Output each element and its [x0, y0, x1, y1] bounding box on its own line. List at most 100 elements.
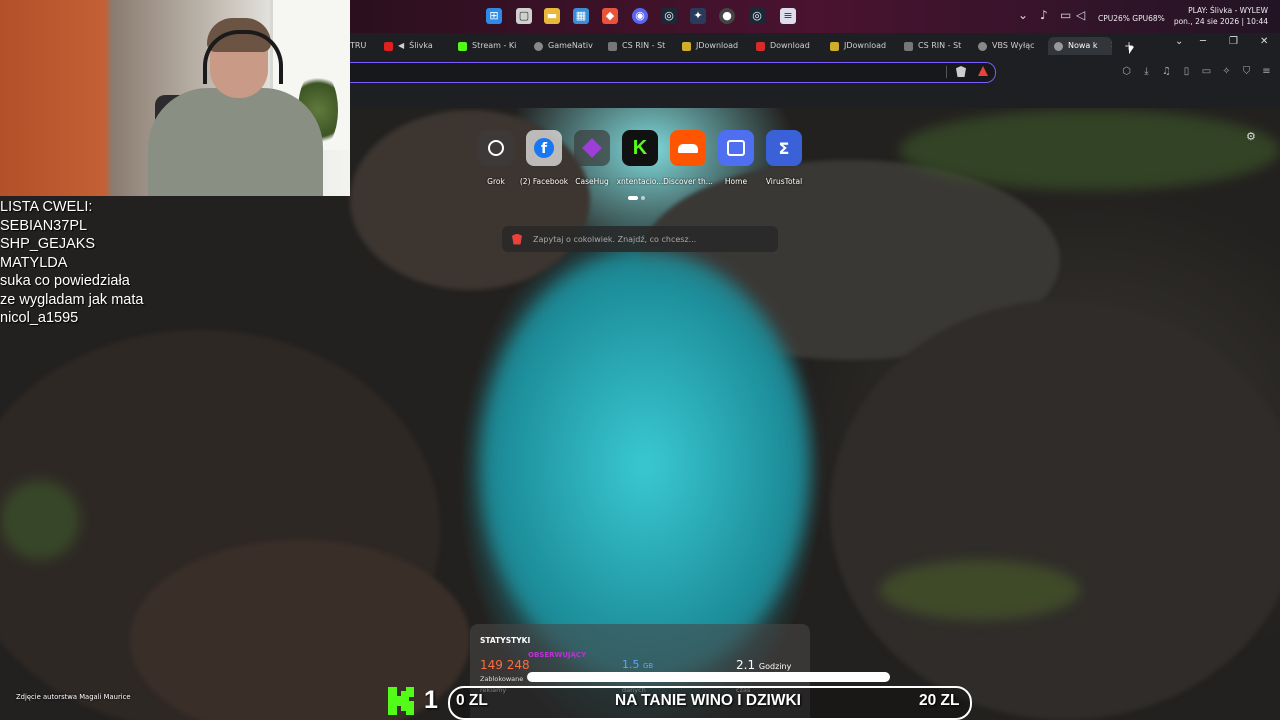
gear-icon[interactable]: ⚙ — [1246, 130, 1256, 143]
moss-area — [0, 480, 80, 560]
discord-icon[interactable]: ◉ — [632, 8, 648, 24]
tab-label: Nowa k — [1068, 41, 1098, 50]
webcam-feed — [0, 0, 350, 196]
browser-tab[interactable]: TRU — [350, 37, 370, 55]
browser-tab[interactable]: CS RIN - St — [904, 37, 964, 55]
tab-label: TRU — [350, 41, 367, 50]
jdownloader-icon — [682, 41, 691, 51]
river-water — [480, 250, 810, 680]
vpn-icon[interactable]: ⛉ — [1241, 66, 1252, 77]
app-icon[interactable]: ✦ — [690, 8, 706, 24]
overlay-line: nicol_a1595 — [0, 310, 79, 326]
speaker-icon: ◀ — [398, 41, 405, 50]
jdownloader-icon — [830, 41, 839, 51]
donation-target: 20 ZL — [919, 692, 960, 709]
soundcloud-icon — [670, 130, 706, 166]
shortcut-virustotal[interactable]: Σ VirusTotal — [754, 130, 814, 186]
photo-credit[interactable]: Zdjęcie autorstwa Magali Maurice — [16, 693, 131, 701]
browser-tab[interactable]: VBS Wyłąc — [978, 37, 1038, 55]
tab-label: Stream - Ki — [472, 41, 517, 50]
browser-tab-strip: TRU ◀ Ślivka Stream - Ki GameNativ CS RIN… — [350, 33, 1280, 58]
tab-label: Ślivka — [409, 41, 433, 50]
shield-icon — [1054, 41, 1063, 51]
overlay-line: LISTA CWELI: — [0, 199, 93, 215]
mouse-cursor — [1129, 45, 1134, 56]
address-bar[interactable] — [350, 62, 996, 83]
rock-formation — [830, 300, 1280, 720]
steam-icon[interactable]: ◎ — [661, 8, 677, 24]
microphone-icon[interactable]: ♪ — [1040, 8, 1048, 22]
streamer-body — [148, 88, 323, 196]
file-explorer-icon[interactable]: ▬ — [544, 8, 560, 24]
donation-goal-text: NA TANIE WINO I DZIWKI — [615, 692, 801, 709]
photos-icon[interactable]: ▦ — [573, 8, 589, 24]
browser-tab[interactable]: ◀ Ślivka — [384, 37, 444, 55]
browser-tab[interactable]: CS RIN - St — [608, 37, 668, 55]
overlay-line: SEBIAN37PL — [0, 217, 88, 234]
browser-tab[interactable]: JDownload — [682, 37, 742, 55]
donation-progress-bar — [527, 672, 890, 682]
browser-tab[interactable]: Download — [756, 37, 816, 55]
task-view-icon[interactable]: ▢ — [516, 8, 532, 24]
clock-date[interactable]: pon., 24 sie 2026 | 10:44 — [1174, 17, 1268, 26]
kick-follower-count: 1 — [424, 686, 438, 714]
data-saved: 1.5 GB — [622, 658, 653, 671]
casehug-icon — [574, 130, 610, 166]
notepad-icon[interactable]: ≡ — [780, 8, 796, 24]
sidebar-icon[interactable]: ▯ — [1181, 66, 1192, 77]
browser-tab-active[interactable]: Nowa k ✕ — [1048, 37, 1112, 55]
brave-shields-icon[interactable] — [956, 66, 966, 77]
search-input[interactable] — [531, 233, 765, 245]
extensions-icon[interactable]: ⬡ — [1121, 66, 1132, 77]
site-icon — [608, 41, 617, 51]
windows-start-icon[interactable]: ⊞ — [486, 8, 502, 24]
pager-dot-active[interactable] — [628, 196, 638, 200]
now-playing: PLAY: Ślivka - WYLEW — [1188, 6, 1268, 15]
close-tab-icon[interactable]: ✕ — [1111, 37, 1113, 55]
stats-title: STATYSTYKI — [480, 636, 531, 645]
kick-icon: K — [622, 130, 658, 166]
brave-search-icon — [512, 233, 522, 245]
kick-logo-icon — [388, 687, 414, 715]
moss-area — [880, 560, 1080, 620]
tab-label: JDownload — [696, 41, 739, 50]
pager-dot[interactable] — [641, 196, 645, 200]
close-window-button[interactable]: ✕ — [1260, 36, 1268, 47]
brave-rewards-icon[interactable] — [978, 66, 988, 76]
overlay-line: ze wygladam jak mata — [0, 291, 144, 308]
tab-label: CS RIN - St — [918, 41, 962, 50]
site-icon — [978, 41, 987, 51]
minimize-button[interactable]: ─ — [1200, 36, 1206, 47]
data-saved-value: 1.5 — [622, 658, 640, 671]
browser-tab[interactable]: JDownload — [830, 37, 890, 55]
brave-browser-icon[interactable]: ◆ — [602, 8, 618, 24]
obs-icon[interactable]: ● — [719, 8, 735, 24]
mega-icon — [756, 41, 765, 51]
youtube-icon — [384, 41, 393, 51]
leo-ai-icon[interactable]: ✧ — [1221, 66, 1232, 77]
grok-icon — [478, 130, 514, 166]
shortcut-label: VirusTotal — [765, 177, 803, 186]
browser-tab[interactable]: Stream - Ki — [458, 37, 518, 55]
volume-icon[interactable]: ◁ — [1076, 8, 1085, 22]
search-box[interactable] — [502, 226, 778, 252]
overlay-line: MATYLDA — [0, 254, 68, 271]
time-saved-value: 2.1 — [736, 658, 756, 672]
shortcut-pager[interactable] — [628, 196, 645, 200]
media-icon[interactable]: ♫ — [1161, 66, 1172, 77]
overlay-line: SHP_GEJAKS — [0, 236, 96, 252]
steam-icon[interactable]: ◎ — [749, 8, 765, 24]
chevron-down-icon[interactable]: ⌄ — [1175, 36, 1183, 47]
menu-icon[interactable]: ≡ — [1261, 66, 1272, 77]
maximize-button[interactable]: ❐ — [1229, 36, 1238, 47]
moss-area — [900, 110, 1280, 190]
home-app-icon — [718, 130, 754, 166]
browser-tab[interactable]: GameNativ — [534, 37, 594, 55]
blocked-label: Zablokowane — [480, 675, 524, 683]
wallet-icon[interactable]: ▭ — [1201, 66, 1212, 77]
chevron-up-icon[interactable]: ⌄ — [1018, 8, 1028, 22]
donation-current: 0 ZL — [456, 692, 488, 709]
network-icon[interactable]: ▭ — [1060, 8, 1071, 22]
stream-overlay-list: LISTA CWELI: SEBIAN37PL SHP_GEJAKS MATYL… — [0, 198, 143, 328]
download-icon[interactable]: ⤓ — [1141, 66, 1152, 77]
